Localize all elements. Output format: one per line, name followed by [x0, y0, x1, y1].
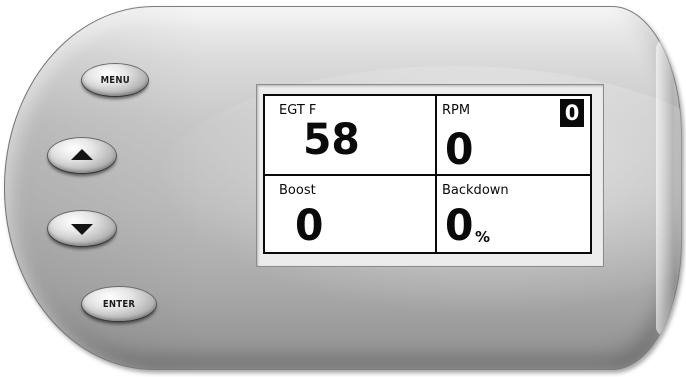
gear-indicator: 0	[560, 99, 584, 127]
egt-value: 58	[303, 115, 360, 165]
arrow-down-icon	[71, 224, 93, 235]
enter-button[interactable]: ENTER	[82, 287, 156, 321]
menu-button[interactable]: MENU	[82, 64, 148, 96]
rpm-value: 0	[445, 125, 474, 175]
backdown-label: Backdown	[442, 183, 509, 198]
grid-divider-horizontal	[265, 174, 590, 176]
menu-button-label: MENU	[100, 74, 130, 86]
backdown-value: 0	[445, 201, 474, 251]
housing-rim	[656, 40, 674, 336]
rpm-label: RPM	[442, 103, 471, 118]
down-button[interactable]	[48, 211, 116, 246]
boost-label: Boost	[279, 183, 316, 198]
gauge-grid: EGT F 58 RPM 0 0 Boost 0 Backdown 0 %	[263, 94, 592, 254]
up-button[interactable]	[48, 138, 116, 173]
boost-value: 0	[295, 201, 324, 251]
lcd-screen: EGT F 58 RPM 0 0 Boost 0 Backdown 0 %	[256, 84, 604, 267]
backdown-unit: %	[475, 228, 491, 246]
arrow-up-icon	[71, 149, 93, 160]
enter-button-label: ENTER	[102, 298, 136, 310]
